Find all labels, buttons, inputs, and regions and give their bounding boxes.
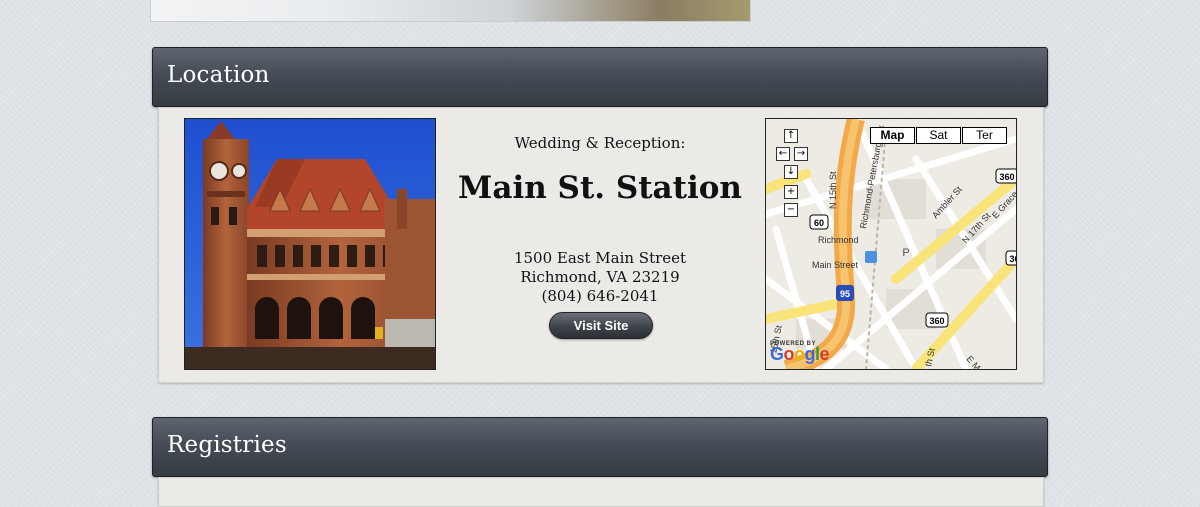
venue-photo[interactable] — [184, 118, 436, 370]
svg-text:360: 360 — [1009, 254, 1016, 264]
visit-site-button[interactable]: Visit Site — [549, 312, 653, 339]
svg-text:60: 60 — [814, 218, 824, 228]
svg-text:P: P — [902, 247, 909, 259]
venue-address: 1500 East Main Street Richmond, VA 23219… — [439, 249, 761, 306]
venue-photo-image — [185, 119, 435, 369]
arrow-down-icon[interactable]: ↓ — [784, 165, 798, 179]
google-logo[interactable]: Google — [770, 344, 830, 365]
map-type-sat[interactable]: Sat — [916, 127, 961, 144]
address-line-1: 1500 East Main Street — [513, 249, 687, 267]
svg-text:360: 360 — [999, 172, 1014, 182]
venue-name: Main St. Station — [458, 170, 742, 206]
arrow-right-icon[interactable]: → — [794, 147, 808, 161]
svg-text:95: 95 — [840, 289, 850, 299]
svg-text:360: 360 — [929, 316, 944, 326]
svg-text:Main Street: Main Street — [812, 260, 859, 270]
map-type-ter[interactable]: Ter — [962, 127, 1007, 144]
registries-header: Registries — [152, 417, 1048, 477]
svg-text:Richmond: Richmond — [818, 235, 859, 245]
location-header: Location — [152, 47, 1048, 107]
section-title-registries: Registries — [167, 432, 287, 458]
venue-phone: (804) 646-2041 — [541, 287, 659, 305]
event-label: Wedding & Reception: — [514, 134, 686, 152]
venue-info: Wedding & Reception: Main St. Station 15… — [439, 108, 761, 378]
arrow-left-icon[interactable]: ← — [776, 147, 790, 161]
arrow-up-icon[interactable]: ↑ — [784, 129, 798, 143]
registries-panel — [158, 477, 1044, 507]
location-panel: Wedding & Reception: Main St. Station 15… — [158, 107, 1044, 383]
map-type-map[interactable]: Map — [870, 127, 915, 144]
section-title-location: Location — [167, 62, 270, 88]
location-map[interactable]: 60 95 360 360 360 P Richmond Main Street… — [765, 118, 1017, 370]
zoom-out-icon[interactable]: − — [784, 203, 798, 217]
zoom-in-icon[interactable]: + — [784, 185, 798, 199]
svg-text:N 15th St: N 15th St — [828, 171, 838, 209]
previous-section-photo — [150, 0, 751, 22]
address-line-2: Richmond, VA 23219 — [520, 268, 680, 286]
